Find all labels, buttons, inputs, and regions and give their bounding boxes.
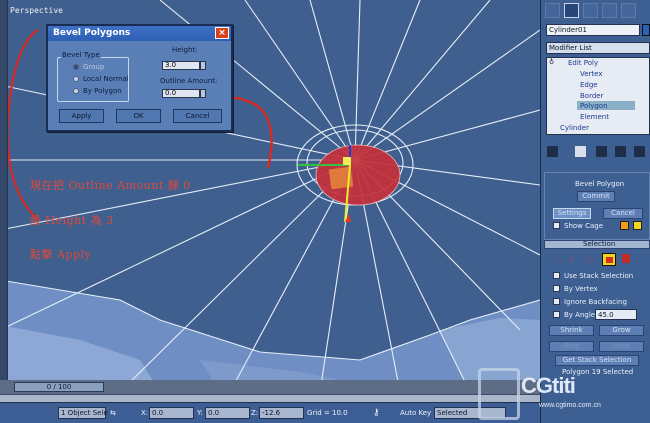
radio-group[interactable] [73,64,79,70]
height-label: Height: [172,46,198,54]
show-end-result-icon[interactable] [575,146,586,157]
time-slider[interactable]: 0 / 100 [14,382,104,392]
grow-button[interactable]: Grow [599,325,644,336]
angle-field[interactable]: 45.0 [595,309,637,320]
option-local-normal-label: Local Normal [83,75,129,83]
track-bar[interactable] [0,394,540,402]
option-by-polygon-label: By Polygon [83,87,122,95]
by-angle-label: By Angle: [564,311,598,319]
by-vertex-label: By Vertex [564,285,598,293]
command-panel: Cylinder01 Modifier List ♁ Edit Poly Ver… [540,0,650,423]
watermark-url: www.cgtimo.com.cn [539,402,601,409]
show-cage-checkbox[interactable] [553,222,560,229]
stack-edit-poly[interactable]: Edit Poly [568,59,598,67]
outline-amount-label: Outline Amount: [160,77,218,85]
pin-stack-icon[interactable] [547,146,558,157]
make-unique-icon[interactable] [596,146,607,157]
lock-icon[interactable]: ⇆ [110,407,116,419]
watermark-logo [478,368,520,420]
y-label: Y: [197,409,203,417]
selection-title: Selection [583,240,616,248]
hierarchy-tab-icon[interactable] [583,3,598,18]
by-vertex-checkbox[interactable] [553,285,560,292]
radio-local-normal[interactable] [73,76,79,82]
outline-amount-field[interactable]: 0.0 [162,89,200,98]
z-label: Z: [251,409,259,417]
bevel-type-label: Bevel Type [61,51,101,59]
use-stack-selection-checkbox[interactable] [553,272,560,279]
radio-by-polygon[interactable] [73,88,79,94]
show-cage-label: Show Cage [564,222,604,230]
auto-key-label[interactable]: Auto Key [400,407,431,419]
modifier-list-dropdown[interactable]: Modifier List [546,42,650,54]
object-color-swatch[interactable] [642,24,650,36]
motion-tab-icon[interactable] [602,3,617,18]
ring-button[interactable]: Ring [549,341,594,352]
selection-count: 1 Object Sele [58,407,108,419]
key-icon[interactable]: ⚷ [373,407,380,419]
max-window: Perspective 現在把 Outline Amount 歸 0 設 Hei… [0,0,650,423]
height-field[interactable]: 3.0 [162,61,200,70]
cage-color-yellow[interactable] [633,221,642,230]
ignore-backfacing-checkbox[interactable] [553,298,560,305]
stack-element[interactable]: Element [580,113,609,121]
light-bulb-icon[interactable]: ♁ [549,58,554,66]
element-mode-icon[interactable] [622,254,630,263]
ignore-backfacing-label: Ignore Backfacing [564,298,627,306]
outline-amount-spinner[interactable] [200,89,206,98]
use-stack-selection-label: Use Stack Selection [564,272,634,280]
shrink-button[interactable]: Shrink [549,325,594,336]
modify-tab-icon[interactable] [564,3,579,18]
z-coordinate-field[interactable]: -12.6 [259,407,304,419]
dialog-title: Bevel Polygons [53,28,131,38]
loop-button[interactable]: Loop [599,341,644,352]
stack-polygon[interactable]: Polygon [580,102,608,110]
annotation-height: 設 Height 為 3 [30,214,114,227]
y-coordinate-field[interactable]: 0.0 [205,407,250,419]
x-label: X: [141,409,149,417]
apply-button[interactable]: Apply [59,109,104,123]
vertex-mode-icon[interactable]: ∴ [557,255,562,264]
bevel-polygons-dialog: Bevel Polygons × Bevel Type Group Local … [46,24,233,132]
configure-sets-icon[interactable] [634,146,645,157]
height-spinner[interactable] [200,61,206,70]
viewport-label[interactable]: Perspective [10,6,63,15]
by-angle-checkbox[interactable] [553,311,560,318]
cage-color-orange[interactable] [620,221,629,230]
get-stack-selection-button[interactable]: Get Stack Selection [555,355,639,366]
commit-button[interactable]: Commit [577,191,615,202]
left-edge-strip [0,0,8,392]
settings-button[interactable]: Settings [553,208,591,219]
annotation-apply: 點擊 Apply [30,248,92,261]
edge-mode-icon[interactable]: ⁄ [571,255,572,264]
stack-edge[interactable]: Edge [580,81,598,89]
remove-modifier-icon[interactable] [615,146,626,157]
watermark-brand: CGtiti [521,373,576,398]
cancel-button[interactable]: Cancel [173,109,222,123]
create-tab-icon[interactable] [545,3,560,18]
polygon-mode-icon[interactable] [602,253,616,266]
status-bar: 1 Object Sele ⇆ X: 0.0 Y: 0.0 Z: -12.6 G… [0,402,540,423]
grid-size: Grid = 10.0 [307,409,348,417]
stack-cylinder[interactable]: Cylinder [560,124,589,132]
border-mode-icon[interactable]: ◌ [586,255,593,264]
dialog-title-bar[interactable]: Bevel Polygons × [48,26,231,41]
ok-button[interactable]: OK [116,109,161,123]
stack-border[interactable]: Border [580,92,603,100]
close-button[interactable]: × [215,27,229,39]
x-coordinate-field[interactable]: 0.0 [149,407,194,419]
display-tab-icon[interactable] [621,3,636,18]
object-name-field[interactable]: Cylinder01 [546,24,640,36]
annotation-outline: 現在把 Outline Amount 歸 0 [30,179,191,192]
option-group-label: Group [83,63,105,71]
stack-vertex[interactable]: Vertex [580,70,603,78]
bevel-polygon-caption: Bevel Polygon [575,180,625,188]
cancel-bevel-button[interactable]: Cancel [603,208,643,219]
